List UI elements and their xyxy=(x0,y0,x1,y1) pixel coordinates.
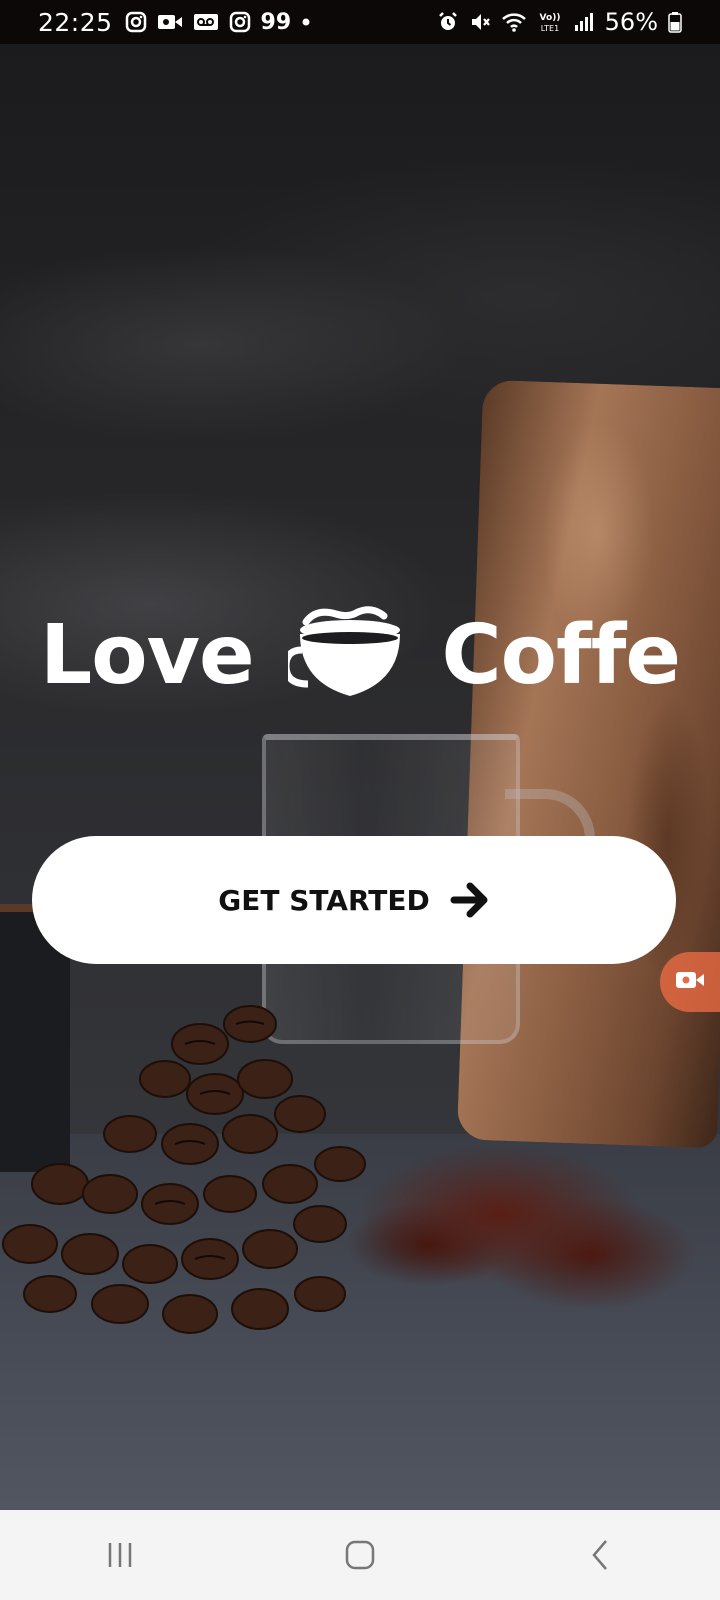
title-word-coffe: Coffe xyxy=(441,607,681,703)
recents-button[interactable] xyxy=(80,1525,160,1585)
mute-icon xyxy=(469,11,491,33)
alarm-icon xyxy=(437,11,459,33)
get-started-label: GET STARTED xyxy=(218,883,430,917)
status-time: 22:25 xyxy=(38,7,113,37)
battery-percent: 56% xyxy=(604,8,658,36)
coffee-beans-image xyxy=(2,1005,366,1334)
recents-icon xyxy=(108,1543,132,1567)
instagram-icon xyxy=(229,11,251,33)
home-button[interactable] xyxy=(320,1525,400,1585)
svg-text:Vo)): Vo)) xyxy=(539,13,560,23)
screen-record-button[interactable] xyxy=(660,952,720,1012)
arrow-right-icon xyxy=(450,880,490,920)
back-icon xyxy=(592,1540,607,1570)
hero-title: Love Coffe xyxy=(40,600,681,710)
volte-icon: Vo)) LTE1 xyxy=(537,11,563,33)
coffee-cup-icon xyxy=(282,600,408,710)
instagram-icon xyxy=(125,11,147,33)
svg-text:LTE1: LTE1 xyxy=(540,24,558,33)
voicemail-icon xyxy=(193,11,219,33)
video-icon xyxy=(157,11,183,33)
status-bar: 22:25 99 Vo)) LTE1 56% xyxy=(0,0,720,44)
title-word-love: Love xyxy=(40,607,255,703)
battery-icon xyxy=(668,11,682,33)
home-icon xyxy=(345,1540,375,1570)
signal-icon xyxy=(573,11,595,33)
notification-count: 99 xyxy=(260,9,292,35)
get-started-button[interactable]: GET STARTED xyxy=(32,836,676,964)
navigation-bar xyxy=(0,1510,720,1600)
system-icons: Vo)) LTE1 56% xyxy=(437,8,682,36)
wifi-icon xyxy=(501,11,527,33)
background-image xyxy=(0,44,720,1510)
dot-icon xyxy=(301,11,311,33)
notification-icons: 99 xyxy=(125,10,312,35)
video-record-icon xyxy=(674,968,706,997)
back-button[interactable] xyxy=(560,1525,640,1585)
